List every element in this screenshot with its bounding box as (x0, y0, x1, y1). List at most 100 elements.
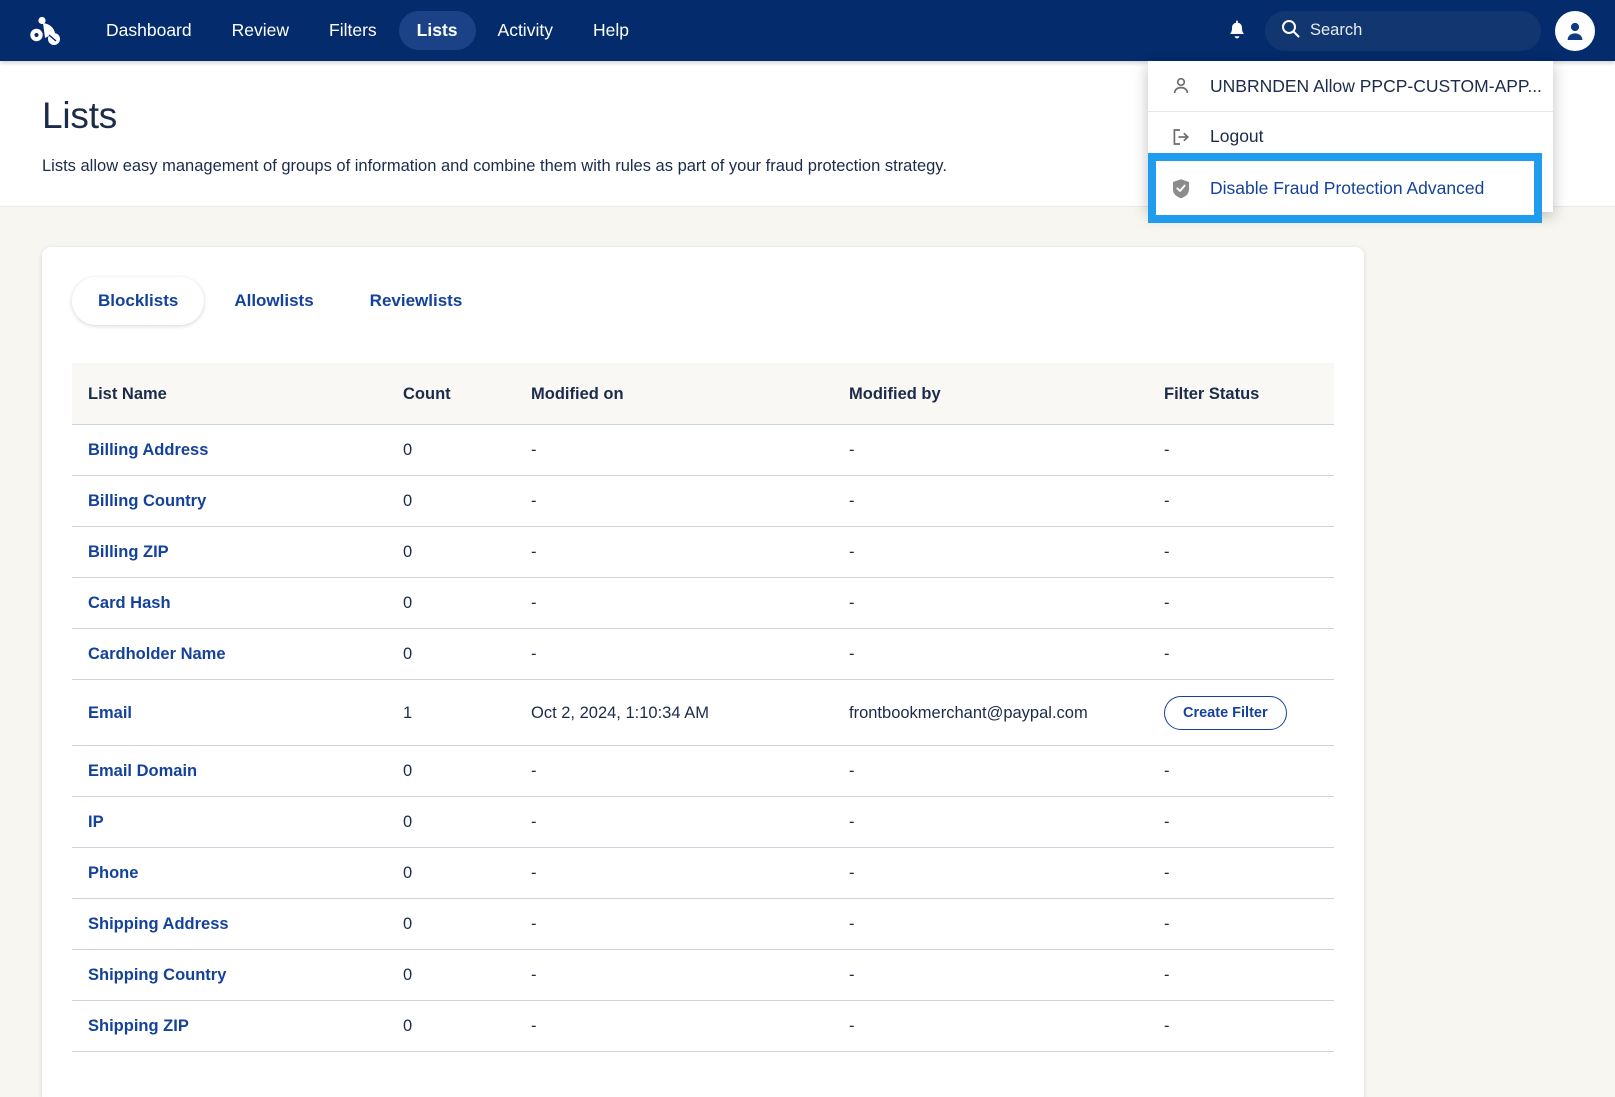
dropdown-item-account-label: UNBRNDEN Allow PPCP-CUSTOM-APP... (1210, 76, 1542, 97)
cell-list-name: Shipping ZIP (72, 1001, 387, 1052)
cell-count: 0 (387, 476, 515, 527)
cell-count: 0 (387, 1001, 515, 1052)
cell-count: 0 (387, 527, 515, 578)
cell-modified-by: - (833, 797, 1148, 848)
dropdown-item-disable-fpa-label: Disable Fraud Protection Advanced (1210, 178, 1484, 199)
table-row: Email1Oct 2, 2024, 1:10:34 AMfrontbookme… (72, 680, 1334, 746)
list-name-link[interactable]: Shipping Country (88, 966, 226, 984)
cell-list-name: Billing Address (72, 425, 387, 476)
table-row: Shipping Country0--- (72, 950, 1334, 1001)
table-row: Billing Address0--- (72, 425, 1334, 476)
tab-reviewlists[interactable]: Reviewlists (344, 277, 489, 325)
cell-filter-status: - (1148, 425, 1334, 476)
table-row: Card Hash0--- (72, 578, 1334, 629)
dropdown-item-logout-label: Logout (1210, 126, 1264, 147)
cell-filter-status: - (1148, 899, 1334, 950)
cell-modified-on: - (515, 1001, 833, 1052)
nav-link-lists[interactable]: Lists (399, 11, 476, 50)
cell-modified-by: - (833, 1001, 1148, 1052)
nav-right-controls: Search (1223, 11, 1595, 51)
cell-list-name: Shipping Address (72, 899, 387, 950)
nav-link-filters[interactable]: Filters (311, 11, 395, 50)
list-name-link[interactable]: Email (88, 704, 132, 722)
cell-filter-status: - (1148, 578, 1334, 629)
cell-modified-by: - (833, 629, 1148, 680)
top-navigation-bar: Dashboard Review Filters Lists Activity … (0, 0, 1615, 61)
cell-modified-by: - (833, 476, 1148, 527)
lists-table-head: List Name Count Modified on Modified by … (72, 363, 1334, 425)
nav-link-dashboard[interactable]: Dashboard (88, 11, 210, 50)
search-placeholder: Search (1310, 21, 1362, 40)
person-icon (1170, 75, 1192, 97)
cell-list-name: Phone (72, 848, 387, 899)
cell-list-name: Card Hash (72, 578, 387, 629)
notification-bell-icon[interactable] (1223, 16, 1251, 46)
cell-filter-status: - (1148, 950, 1334, 1001)
list-name-link[interactable]: Billing Country (88, 492, 206, 510)
user-avatar-icon[interactable] (1555, 11, 1595, 51)
cell-modified-by: - (833, 899, 1148, 950)
cell-modified-by: - (833, 578, 1148, 629)
cell-count: 0 (387, 746, 515, 797)
lists-table-body: Billing Address0---Billing Country0---Bi… (72, 425, 1334, 1052)
cell-count: 0 (387, 425, 515, 476)
cell-modified-by: - (833, 527, 1148, 578)
cell-filter-status: - (1148, 1001, 1334, 1052)
dropdown-item-account[interactable]: UNBRNDEN Allow PPCP-CUSTOM-APP... (1148, 61, 1553, 111)
nav-link-review[interactable]: Review (214, 11, 307, 50)
fraud-protection-logo[interactable] (26, 10, 68, 52)
table-row: Billing Country0--- (72, 476, 1334, 527)
list-name-link[interactable]: Email Domain (88, 762, 197, 780)
cell-filter-status: - (1148, 746, 1334, 797)
table-row: Cardholder Name0--- (72, 629, 1334, 680)
main-content: Blocklists Allowlists Reviewlists List N… (0, 207, 1615, 1097)
list-name-link[interactable]: Card Hash (88, 594, 171, 612)
lists-card: Blocklists Allowlists Reviewlists List N… (42, 247, 1364, 1097)
cell-count: 1 (387, 680, 515, 746)
list-name-link[interactable]: Billing Address (88, 441, 208, 459)
cell-modified-by: frontbookmerchant@paypal.com (833, 680, 1148, 746)
cell-list-name: Email Domain (72, 746, 387, 797)
cell-modified-on: - (515, 578, 833, 629)
list-name-link[interactable]: IP (88, 813, 104, 831)
table-row: Email Domain0--- (72, 746, 1334, 797)
column-header-filter-status[interactable]: Filter Status (1148, 363, 1334, 425)
dropdown-item-logout[interactable]: Logout (1148, 111, 1553, 161)
cell-count: 0 (387, 899, 515, 950)
nav-link-help[interactable]: Help (575, 11, 647, 50)
search-icon (1281, 19, 1300, 43)
tab-allowlists[interactable]: Allowlists (208, 277, 339, 325)
cell-count: 0 (387, 629, 515, 680)
tab-blocklists[interactable]: Blocklists (72, 277, 204, 325)
table-header-row: List Name Count Modified on Modified by … (72, 363, 1334, 425)
dropdown-item-disable-fraud-protection-advanced[interactable]: Disable Fraud Protection Advanced (1156, 161, 1534, 215)
cell-count: 0 (387, 797, 515, 848)
logout-icon (1170, 126, 1192, 148)
table-row: Phone0--- (72, 848, 1334, 899)
cell-list-name: Billing Country (72, 476, 387, 527)
cell-modified-on: - (515, 950, 833, 1001)
cell-list-name: Billing ZIP (72, 527, 387, 578)
list-name-link[interactable]: Shipping ZIP (88, 1017, 189, 1035)
nav-link-activity[interactable]: Activity (480, 11, 571, 50)
column-header-list-name[interactable]: List Name (72, 363, 387, 425)
cell-modified-by: - (833, 746, 1148, 797)
table-row: Billing ZIP0--- (72, 527, 1334, 578)
column-header-modified-by[interactable]: Modified by (833, 363, 1148, 425)
list-name-link[interactable]: Phone (88, 864, 138, 882)
cell-list-name: Shipping Country (72, 950, 387, 1001)
column-header-modified-on[interactable]: Modified on (515, 363, 833, 425)
list-name-link[interactable]: Cardholder Name (88, 645, 226, 663)
create-filter-button[interactable]: Create Filter (1164, 696, 1287, 730)
list-name-link[interactable]: Billing ZIP (88, 543, 169, 561)
list-type-tabs: Blocklists Allowlists Reviewlists (72, 277, 1334, 325)
search-input[interactable]: Search (1265, 11, 1541, 51)
cell-filter-status: - (1148, 476, 1334, 527)
cell-filter-status: - (1148, 848, 1334, 899)
cell-filter-status: - (1148, 527, 1334, 578)
list-name-link[interactable]: Shipping Address (88, 915, 229, 933)
cell-modified-on: - (515, 899, 833, 950)
cell-count: 0 (387, 848, 515, 899)
column-header-count[interactable]: Count (387, 363, 515, 425)
cell-count: 0 (387, 578, 515, 629)
